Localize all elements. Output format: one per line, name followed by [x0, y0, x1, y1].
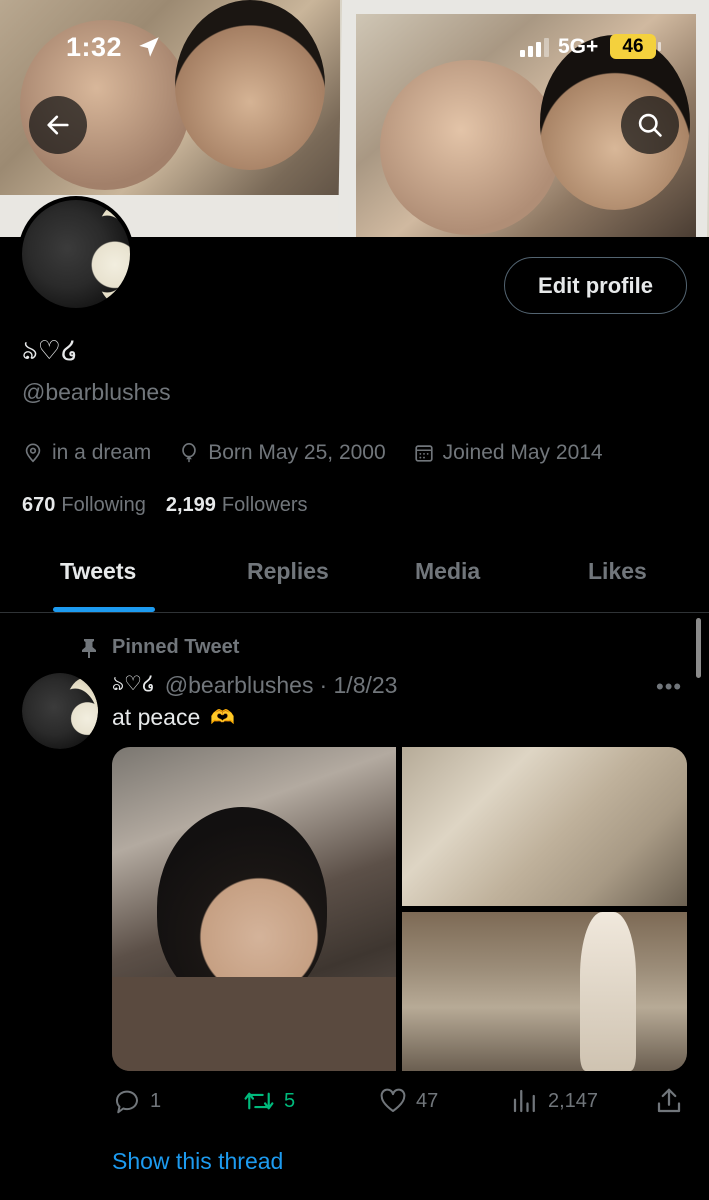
following-label: Following [61, 494, 146, 516]
tab-replies[interactable]: Replies [247, 558, 329, 585]
network-type: 5G+ [558, 35, 599, 58]
following-link[interactable]: 670 Following [22, 494, 146, 517]
meta-joined: Joined May 2014 [413, 441, 603, 465]
pin-icon [82, 638, 96, 658]
profile-tabs: Tweets Replies Media Likes [0, 540, 709, 613]
back-button[interactable] [29, 96, 87, 154]
reply-button[interactable]: 1 [112, 1086, 161, 1116]
pinned-indicator: Pinned Tweet [80, 636, 239, 659]
calendar-icon [415, 445, 433, 462]
balloon-icon [182, 443, 197, 463]
tab-likes[interactable]: Likes [588, 558, 647, 585]
followers-count: 2,199 [165, 494, 216, 516]
battery-nub [658, 42, 661, 51]
moon-image [22, 673, 98, 749]
tweet-header: ঌ♡໒ @bearblushes · 1/8/23 [112, 669, 397, 702]
location-text: in a dream [52, 441, 152, 464]
followers-label: Followers [221, 494, 308, 516]
signal-icon [520, 38, 549, 57]
show-thread-link[interactable]: Show this thread [112, 1148, 283, 1175]
more-options-icon[interactable]: ••• [656, 674, 682, 700]
media-photo-1[interactable] [112, 747, 396, 1071]
tweet-actions: 1 5 47 2,147 [112, 1086, 687, 1116]
tweet-author-name[interactable]: ঌ♡໒ [112, 669, 155, 702]
media-figure [580, 912, 636, 1071]
active-tab-indicator [53, 607, 155, 612]
joined-text: Joined May 2014 [442, 441, 603, 464]
tweet-text: at peace 🫶 [112, 704, 235, 731]
tweet-avatar[interactable] [22, 673, 98, 749]
retweet-icon [244, 1092, 274, 1110]
retweet-button[interactable]: 5 [242, 1086, 295, 1116]
views-count: 2,147 [548, 1089, 599, 1112]
retweet-count: 5 [284, 1089, 296, 1112]
profile-avatar[interactable] [18, 196, 134, 312]
reply-icon [115, 1090, 138, 1114]
like-button[interactable]: 47 [378, 1086, 438, 1116]
profile-handle: @bearblushes [22, 379, 171, 405]
meta-location: in a dream [22, 441, 151, 465]
views-chart-icon [513, 1089, 535, 1113]
tweet-body: at peace [112, 704, 201, 730]
profile-meta: in a dream Born May 25, 2000 Joined May … [22, 441, 630, 465]
share-button[interactable] [654, 1086, 692, 1116]
location-pin-icon [25, 443, 41, 463]
tweet-media-grid [112, 747, 687, 1071]
birthday-text: Born May 25, 2000 [208, 441, 386, 464]
search-icon [638, 113, 662, 137]
status-bar: 1:32 5G+ 46 [0, 28, 709, 68]
follow-stats: 670 Following 2,199 Followers [22, 494, 328, 517]
tab-tweets[interactable]: Tweets [60, 558, 136, 585]
media-figure [112, 977, 396, 1071]
location-arrow-icon [139, 37, 159, 57]
status-time: 1:32 [66, 32, 123, 62]
meta-birthday: Born May 25, 2000 [178, 441, 386, 465]
banner-figure [380, 60, 560, 235]
display-name: ঌ♡໒ [22, 335, 78, 365]
scrollbar[interactable] [696, 618, 701, 678]
edit-profile-button[interactable]: Edit profile [504, 257, 687, 314]
views-button[interactable]: 2,147 [510, 1086, 598, 1116]
share-icon [657, 1088, 681, 1113]
arrow-left-icon [47, 115, 69, 135]
reply-count: 1 [150, 1089, 162, 1112]
tweet-date[interactable]: · 1/8/23 [319, 672, 397, 699]
moon-image [22, 200, 130, 308]
like-count: 47 [416, 1089, 439, 1112]
heart-icon [380, 1088, 406, 1112]
pinned-label: Pinned Tweet [112, 636, 240, 658]
media-photo-3[interactable] [402, 912, 687, 1071]
followers-link[interactable]: 2,199 Followers [166, 494, 308, 517]
heart-hands-emoji: 🫶 [210, 707, 236, 729]
following-count: 670 [22, 494, 56, 516]
tweet-author-handle[interactable]: @bearblushes [165, 672, 314, 699]
battery-icon: 46 [610, 34, 656, 59]
banner-figure [175, 0, 325, 170]
tab-media[interactable]: Media [415, 558, 480, 585]
search-button[interactable] [621, 96, 679, 154]
media-photo-2[interactable] [402, 747, 687, 906]
